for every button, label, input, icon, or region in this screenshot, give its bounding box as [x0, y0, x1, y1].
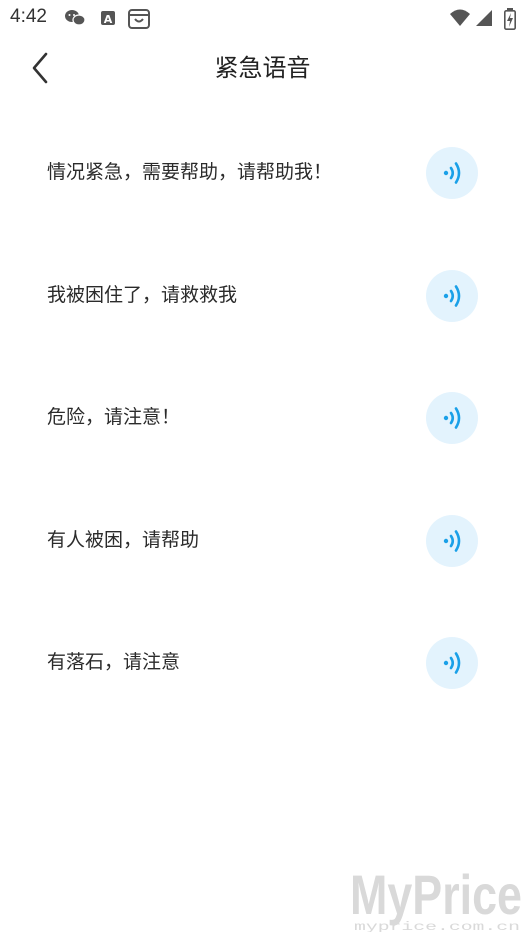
cell-signal-icon — [474, 8, 496, 28]
font-a-icon: A — [99, 8, 121, 28]
speaker-wave-icon — [443, 652, 461, 674]
wifi-icon — [449, 8, 471, 28]
watermark-main: MyPrice — [350, 863, 522, 926]
list-item: 有人被困，请帮助 — [0, 479, 525, 602]
phrase-text: 有落石，请注意 — [47, 651, 181, 673]
status-time: 4:42 — [10, 6, 47, 27]
watermark-sub: myprice.com.cn — [354, 920, 520, 932]
phrase-text: 危险，请注意！ — [47, 406, 181, 428]
speaker-wave-icon — [443, 529, 461, 552]
store-bag-icon — [127, 8, 150, 29]
list-item: 我被困住了，请救救我 — [0, 234, 525, 357]
list-item: 有落石，请注意 — [0, 601, 525, 724]
play-voice-button[interactable] — [426, 392, 478, 444]
list-item: 情况紧急，需要帮助，请帮助我！ — [0, 111, 525, 234]
play-voice-button[interactable] — [426, 514, 478, 567]
speaker-wave-icon — [443, 162, 461, 184]
phrase-list: 情况紧急，需要帮助，请帮助我！ 我被困住了，请救救我 危险，请注意！ 有人被困，… — [0, 111, 525, 724]
battery-charging-icon — [504, 8, 525, 30]
play-voice-button[interactable] — [426, 637, 478, 689]
status-bar: 4:42 A — [0, 0, 525, 36]
page-title: 紧急语音 — [214, 54, 311, 82]
phrase-text: 情况紧急，需要帮助，请帮助我！ — [47, 161, 333, 183]
svg-text:A: A — [104, 13, 113, 26]
phrase-text: 有人被困，请帮助 — [47, 528, 200, 551]
phrase-text: 我被困住了，请救救我 — [47, 283, 238, 306]
watermark: MyPrice myprice.com.cn — [350, 862, 525, 934]
list-item: 危险，请注意！ — [0, 356, 525, 479]
play-voice-button[interactable] — [426, 269, 478, 322]
speaker-wave-icon — [443, 407, 461, 429]
play-voice-button[interactable] — [426, 147, 478, 199]
app-header: 紧急语音 — [0, 36, 525, 100]
speaker-wave-icon — [443, 284, 461, 307]
wechat-icon — [64, 8, 86, 28]
